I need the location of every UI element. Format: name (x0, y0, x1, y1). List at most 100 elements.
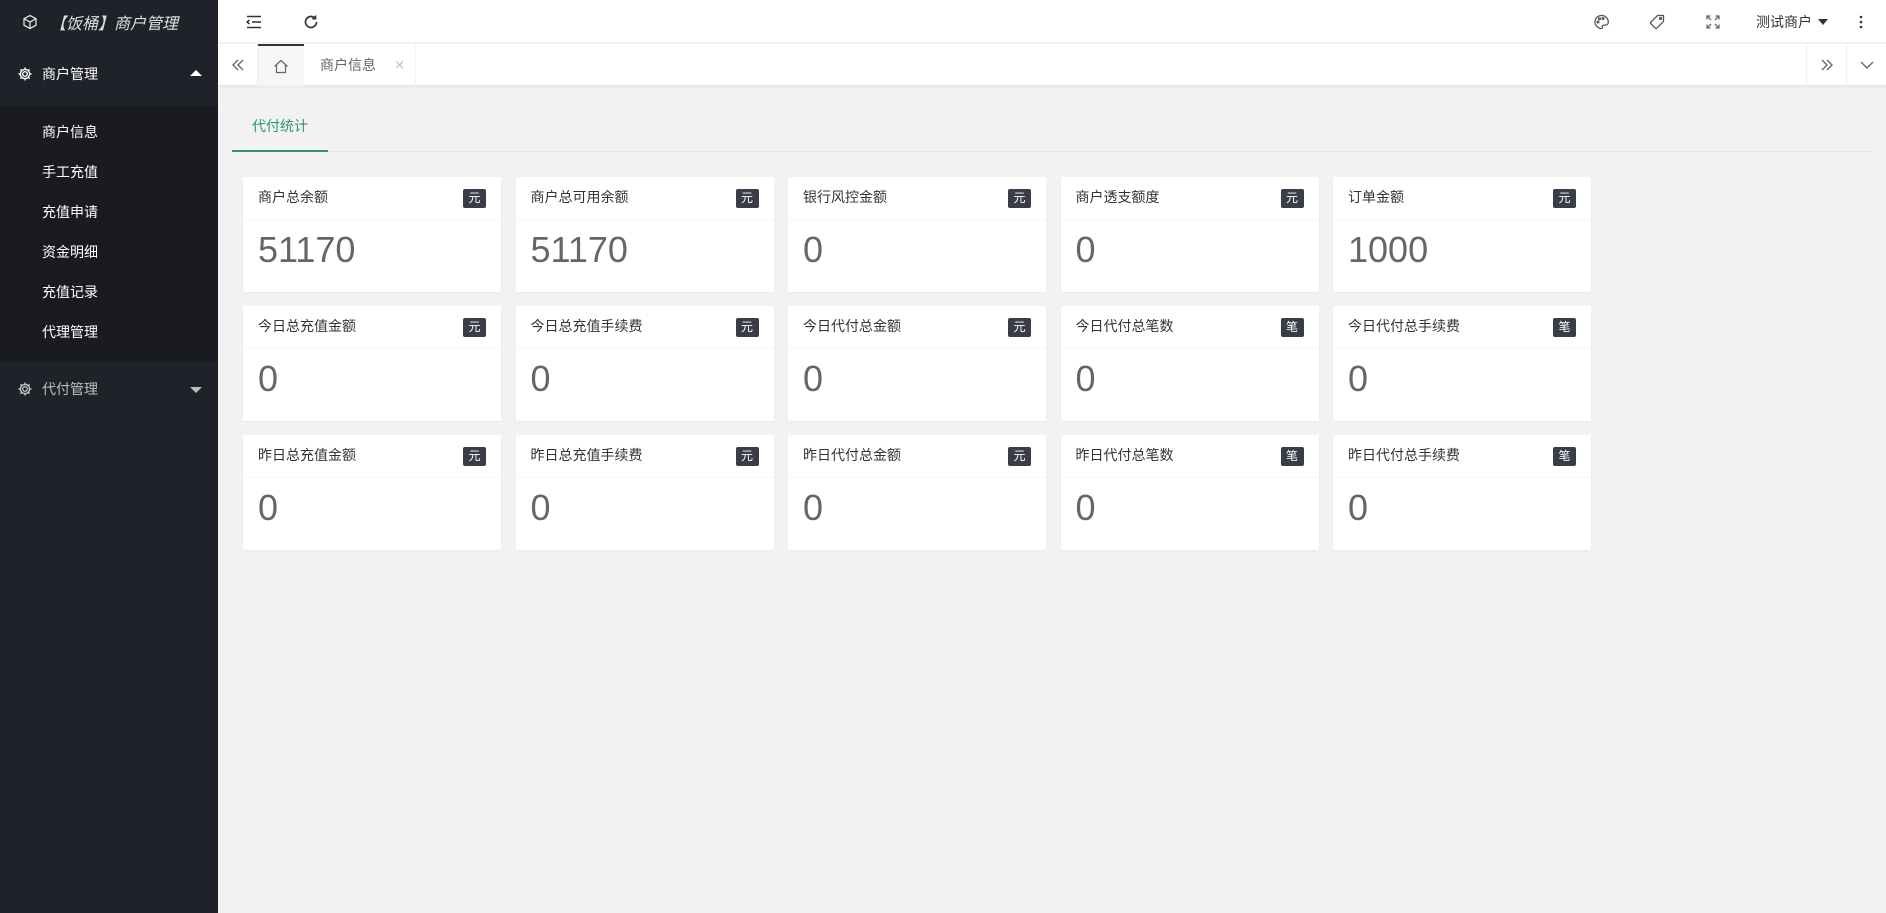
stat-card: 昨日总充值金额 元 0 (243, 435, 501, 550)
stat-label: 昨日代付总手续费 (1348, 448, 1460, 464)
tab-dropdown-button[interactable] (1846, 44, 1886, 86)
stat-label: 今日总充值金额 (258, 319, 356, 335)
top-header: 测试商户 (218, 0, 1886, 43)
stat-value: 0 (1075, 229, 1096, 270)
unit-badge: 元 (1008, 447, 1031, 466)
nav-group-payout: 代付管理 (0, 361, 218, 417)
menu-fold-icon[interactable] (238, 0, 270, 43)
tab-close-icon[interactable]: × (394, 58, 405, 73)
nav-head-payout[interactable]: 代付管理 (0, 361, 218, 417)
more-icon[interactable] (1846, 0, 1876, 43)
tab-home[interactable] (258, 44, 304, 86)
sidebar-item-agent-manage[interactable]: 代理管理 (0, 313, 218, 353)
unit-badge: 元 (1008, 189, 1031, 208)
stat-card: 昨日代付总手续费 笔 0 (1333, 435, 1591, 550)
home-icon (274, 59, 288, 73)
stat-card-header: 今日代付总笔数 笔 (1060, 306, 1319, 349)
tag-icon[interactable] (1642, 0, 1672, 43)
caret-down-icon (190, 387, 202, 393)
stat-card-header: 今日代付总手续费 笔 (1333, 306, 1591, 349)
unit-badge: 元 (735, 447, 759, 466)
stat-label: 商户透支额度 (1075, 190, 1160, 206)
logo: 【饭桶】商户管理 (0, 0, 218, 43)
stat-card: 今日总充值金额 元 0 (243, 306, 501, 421)
stat-label: 商户总余额 (258, 190, 328, 206)
unit-badge: 元 (1280, 189, 1304, 208)
app-title: 【饭桶】商户管理 (50, 13, 179, 33)
stat-card-header: 昨日代付总笔数 笔 (1060, 435, 1319, 478)
stat-card: 今日代付总手续费 笔 0 (1333, 306, 1591, 421)
nav-head-merchant[interactable]: 商户管理 (0, 43, 218, 105)
stat-card: 订单金额 元 1000 (1333, 177, 1591, 292)
stat-value: 0 (1348, 358, 1369, 399)
stat-card-header: 昨日总充值手续费 元 (515, 435, 774, 478)
content-tabs: 代付统计 (232, 100, 1872, 152)
stat-label: 商户总可用余额 (530, 190, 629, 206)
stat-label: 今日代付总手续费 (1348, 319, 1460, 335)
stat-value: 0 (530, 487, 551, 528)
unit-badge: 元 (1008, 318, 1031, 337)
stat-card-header: 今日总充值金额 元 (243, 306, 501, 349)
cube-icon (23, 14, 37, 29)
theme-icon[interactable] (1586, 0, 1616, 43)
stat-card: 银行风控金额 元 0 (788, 177, 1046, 292)
tab-payout-stats[interactable]: 代付统计 (232, 112, 328, 152)
stat-card-header: 昨日总充值金额 元 (243, 435, 501, 478)
stat-value: 51170 (258, 229, 356, 270)
stat-label: 今日总充值手续费 (530, 319, 643, 335)
gear-icon (18, 382, 32, 396)
chevron-down-icon (1860, 61, 1873, 69)
tab-scroll-right-button[interactable] (1806, 44, 1846, 86)
stat-label: 今日代付总金额 (803, 319, 901, 335)
stat-value: 0 (803, 229, 824, 270)
gear-icon (18, 67, 32, 81)
stat-label: 昨日代付总金额 (803, 448, 901, 464)
sidebar-item-recharge-apply[interactable]: 充值申请 (0, 193, 218, 233)
stat-label: 银行风控金额 (803, 190, 887, 206)
stat-value: 0 (1348, 487, 1369, 528)
tab-scroll-left-button[interactable] (218, 44, 258, 86)
nav-head-label: 代付管理 (42, 382, 98, 398)
sidebar-item-fund-detail[interactable]: 资金明细 (0, 233, 218, 273)
stat-value: 0 (1075, 487, 1096, 528)
stat-label: 订单金额 (1348, 190, 1404, 206)
stat-card: 今日代付总笔数 笔 0 (1060, 306, 1319, 421)
unit-badge: 元 (463, 318, 486, 337)
stat-card: 今日代付总金额 元 0 (788, 306, 1046, 421)
sidebar-item-recharge-record[interactable]: 充值记录 (0, 273, 218, 313)
unit-badge: 元 (463, 189, 486, 208)
stat-value: 51170 (530, 229, 628, 270)
stat-card-header: 今日代付总金额 元 (788, 306, 1046, 349)
stat-value: 0 (258, 487, 279, 528)
stat-label: 今日代付总笔数 (1075, 319, 1174, 335)
sidebar-item-merchant-info[interactable]: 商户信息 (0, 113, 218, 153)
stat-value: 1000 (1348, 229, 1429, 270)
stat-label: 昨日总充值手续费 (530, 448, 643, 464)
unit-badge: 元 (735, 189, 759, 208)
caret-up-icon (190, 70, 202, 76)
stat-card-header: 银行风控金额 元 (788, 177, 1046, 220)
user-name: 测试商户 (1756, 14, 1812, 31)
nav-head-label: 商户管理 (42, 67, 98, 83)
user-menu[interactable]: 测试商户 (1756, 0, 1828, 43)
stat-card-header: 昨日代付总手续费 笔 (1333, 435, 1591, 478)
stat-card-header: 今日总充值手续费 元 (515, 306, 774, 349)
refresh-icon[interactable] (296, 0, 326, 43)
stat-card: 商户总可用余额 元 51170 (515, 177, 774, 292)
stat-value: 0 (530, 358, 551, 399)
unit-badge: 元 (1553, 189, 1576, 208)
stat-card: 昨日代付总笔数 笔 0 (1060, 435, 1319, 550)
unit-badge: 元 (463, 447, 486, 466)
stat-value: 0 (803, 358, 824, 399)
stat-value: 0 (1075, 358, 1096, 399)
main-content: 代付统计 (232, 100, 1872, 152)
stat-card-header: 商户透支额度 元 (1060, 177, 1319, 220)
stat-value: 0 (803, 487, 824, 528)
tab-merchant-info[interactable]: 商户信息 × (304, 44, 416, 86)
sidebar-item-manual-recharge[interactable]: 手工充值 (0, 153, 218, 193)
unit-badge: 笔 (1280, 318, 1304, 337)
stat-card-header: 商户总可用余额 元 (515, 177, 774, 220)
fullscreen-icon[interactable] (1698, 0, 1728, 43)
stat-label: 昨日总充值金额 (258, 448, 356, 464)
stat-card: 昨日代付总金额 元 0 (788, 435, 1046, 550)
